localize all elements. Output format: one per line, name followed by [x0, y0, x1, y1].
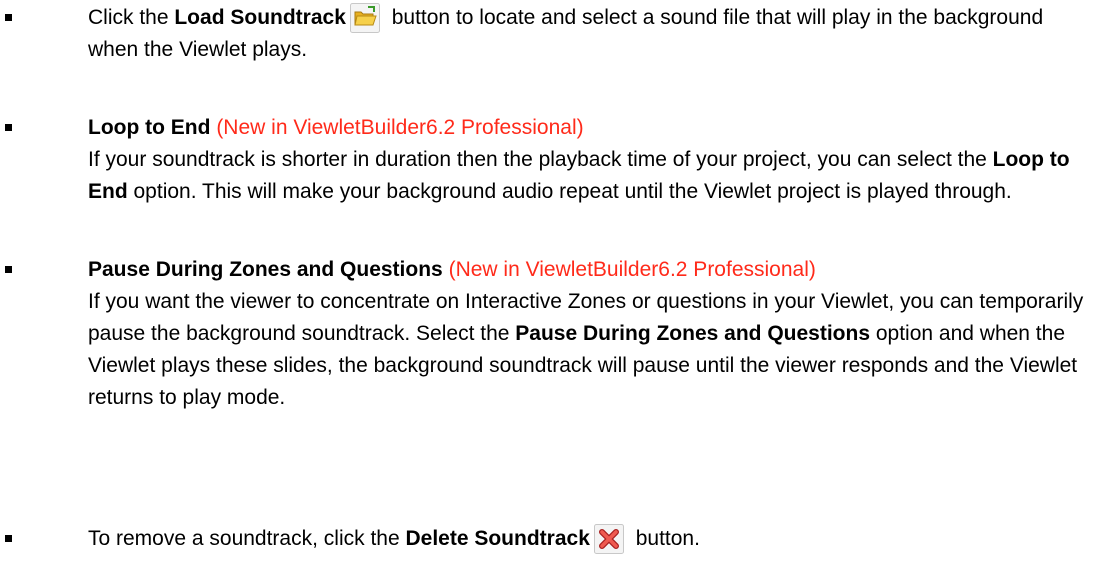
- item-heading: Pause During Zones and Questions (New in…: [88, 254, 1088, 286]
- list-item-delete-soundtrack: To remove a soundtrack, click the Delete…: [5, 523, 1088, 555]
- new-feature-tag: (New in ViewletBuilder6.2 Professional): [216, 116, 584, 139]
- load-soundtrack-label: Load Soundtrack: [174, 6, 346, 29]
- item-body-post: option. This will make your background a…: [127, 180, 1012, 203]
- bullet-square: [5, 14, 12, 21]
- delete-x-icon: [593, 524, 624, 554]
- item-body: If you want the viewer to concentrate on…: [88, 286, 1088, 414]
- item-text-pre: To remove a soundtrack, click the: [88, 527, 406, 550]
- list-item-pause-during-zones: Pause During Zones and Questions (New in…: [5, 254, 1088, 414]
- pause-during-zones-title: Pause During Zones and Questions: [88, 258, 443, 281]
- item-heading: Loop to End (New in ViewletBuilder6.2 Pr…: [88, 112, 1088, 144]
- new-feature-tag: (New in ViewletBuilder6.2 Professional): [448, 258, 816, 281]
- bullet-square: [5, 124, 12, 131]
- item-body-pre: If your soundtrack is shorter in duratio…: [88, 148, 993, 171]
- bullet-square: [5, 535, 12, 542]
- pause-during-zones-option: Pause During Zones and Questions: [515, 322, 871, 345]
- folder-open-icon: [349, 3, 380, 33]
- list-item-load-soundtrack: Click the Load Soundtrack button to loca…: [5, 2, 1088, 66]
- item-text-pre: Click the: [88, 6, 175, 29]
- list-item-loop-to-end: Loop to End (New in ViewletBuilder6.2 Pr…: [5, 112, 1088, 208]
- loop-to-end-title: Loop to End: [88, 116, 211, 139]
- item-text-post: button.: [629, 527, 700, 550]
- item-body: If your soundtrack is shorter in duratio…: [88, 144, 1088, 208]
- delete-soundtrack-label: Delete Soundtrack: [405, 527, 590, 550]
- bullet-square: [5, 266, 12, 273]
